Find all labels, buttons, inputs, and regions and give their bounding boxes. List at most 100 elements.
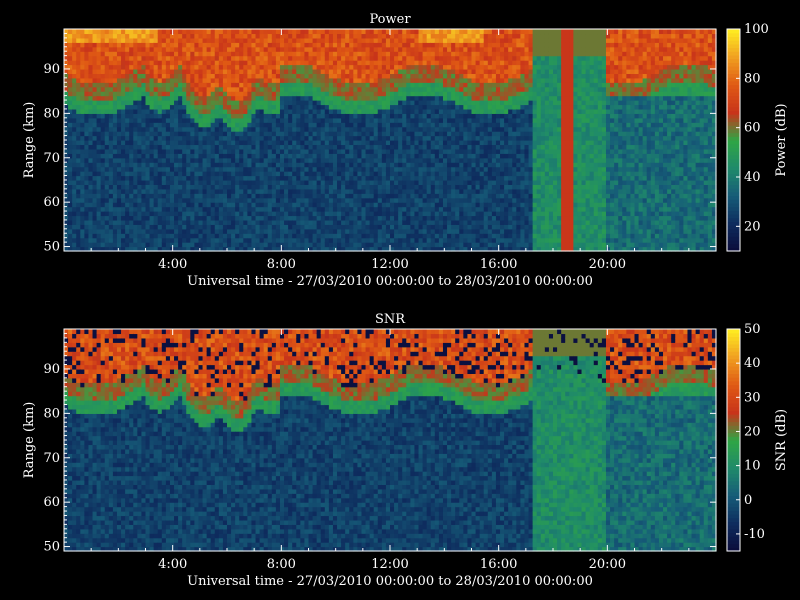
heatmap-cell	[100, 33, 106, 39]
heatmap-cell	[320, 29, 326, 35]
heatmap-cell	[292, 73, 297, 79]
heatmap-cell	[414, 91, 420, 97]
heatmap-cell	[434, 211, 440, 217]
heatmap-cell	[279, 37, 285, 43]
heatmap-cell	[255, 108, 261, 114]
heatmap-cell	[414, 228, 420, 234]
heatmap-cell	[357, 215, 363, 221]
heatmap-cell	[369, 157, 375, 163]
heatmap-cell	[80, 126, 85, 132]
heatmap-cell	[345, 117, 350, 123]
heatmap-cell	[361, 166, 367, 172]
heatmap-cell	[255, 64, 261, 70]
heatmap-cell	[267, 219, 273, 225]
heatmap-cell	[369, 95, 375, 101]
heatmap-cell	[243, 175, 248, 181]
heatmap-cell	[390, 82, 395, 88]
heatmap-cell	[96, 33, 102, 39]
heatmap-cell	[222, 228, 228, 234]
heatmap-cell	[149, 237, 155, 243]
heatmap-cell	[426, 224, 432, 230]
heatmap-cell	[239, 140, 244, 146]
heatmap-cell	[361, 184, 367, 190]
heatmap-cell	[414, 104, 420, 110]
heatmap-cell	[247, 135, 253, 141]
heatmap-cell	[96, 162, 102, 168]
heatmap-cell	[227, 228, 232, 234]
heatmap-cell	[141, 104, 147, 110]
heatmap-cell	[337, 224, 342, 230]
heatmap-cell	[68, 157, 73, 163]
heatmap-cell	[394, 122, 399, 128]
heatmap-cell	[206, 153, 212, 159]
heatmap-cell	[153, 233, 159, 239]
heatmap-cell	[402, 33, 407, 39]
heatmap-cell	[422, 51, 428, 57]
heatmap-cell	[442, 55, 448, 61]
heatmap-cell	[88, 68, 94, 74]
heatmap-cell	[292, 33, 297, 39]
heatmap-cell	[300, 242, 306, 248]
heatmap-cell	[308, 233, 314, 239]
heatmap-cell	[275, 55, 281, 61]
heatmap-cell	[116, 122, 122, 128]
heatmap-cell	[210, 233, 216, 239]
heatmap-cell	[68, 60, 73, 66]
heatmap-cell	[112, 126, 118, 132]
heatmap-cell	[455, 131, 460, 137]
heatmap-cell	[430, 82, 436, 88]
heatmap-cell	[210, 197, 216, 203]
heatmap-cell	[161, 55, 167, 61]
heatmap-cell	[214, 188, 220, 194]
heatmap-cell	[300, 91, 306, 97]
heatmap-cell	[239, 184, 244, 190]
heatmap-cell	[235, 77, 240, 83]
heatmap-cell	[369, 60, 375, 66]
heatmap-cell	[365, 175, 371, 181]
heatmap-cell	[210, 73, 216, 79]
heatmap-cell	[218, 46, 224, 52]
heatmap-cell	[202, 46, 208, 52]
heatmap-cell	[434, 55, 440, 61]
heatmap-cell	[304, 206, 310, 212]
heatmap-cell	[349, 95, 354, 101]
heatmap-cell	[455, 60, 460, 66]
heatmap-cell	[365, 224, 371, 230]
heatmap-cell	[385, 113, 391, 119]
heatmap-cell	[275, 77, 281, 83]
heatmap-cell	[341, 42, 346, 48]
heatmap-cell	[451, 197, 456, 203]
heatmap-cell	[320, 202, 326, 208]
heatmap-cell	[222, 51, 228, 57]
heatmap-cell	[202, 211, 208, 217]
heatmap-cell	[251, 108, 257, 114]
heatmap-cell	[96, 184, 102, 190]
heatmap-cell	[369, 211, 375, 217]
heatmap-cell	[275, 108, 281, 114]
heatmap-cell	[394, 77, 399, 83]
heatmap-cell	[243, 162, 248, 168]
heatmap-cell	[341, 215, 346, 221]
heatmap-cell	[206, 166, 212, 172]
heatmap-cell	[231, 126, 236, 132]
heatmap-cell	[467, 206, 473, 212]
heatmap-cell	[190, 184, 195, 190]
heatmap-cell	[231, 42, 236, 48]
heatmap-cell	[125, 91, 130, 97]
heatmap-cell	[239, 91, 244, 97]
heatmap-cell	[284, 29, 289, 35]
heatmap-cell	[214, 148, 220, 154]
heatmap-cell	[88, 197, 94, 203]
heatmap-cell	[341, 104, 346, 110]
heatmap-cell	[422, 108, 428, 114]
heatmap-cell	[341, 219, 346, 225]
heatmap-cell	[455, 153, 460, 159]
heatmap-cell	[263, 55, 269, 61]
heatmap-cell	[377, 117, 383, 123]
heatmap-cell	[406, 117, 411, 123]
heatmap-cell	[263, 33, 269, 39]
heatmap-cell	[263, 175, 269, 181]
heatmap-cell	[169, 206, 175, 212]
heatmap-cell	[373, 144, 379, 150]
heatmap-cell	[406, 197, 411, 203]
